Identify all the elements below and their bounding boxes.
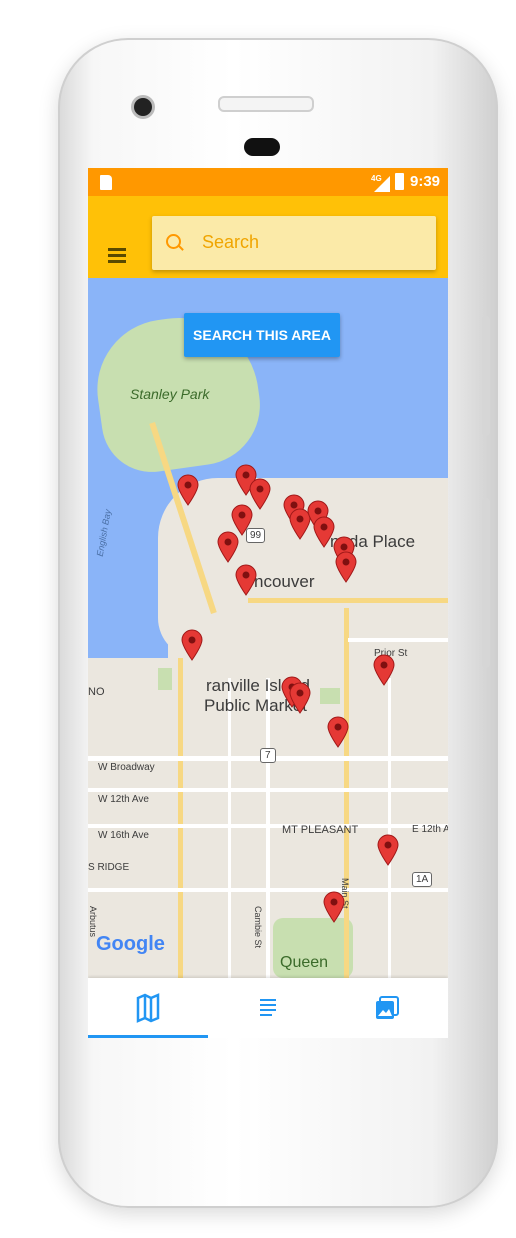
highway-shield-1a: 1A bbox=[412, 872, 433, 887]
map-view[interactable]: Stanley Park English Bay nada Place ncou… bbox=[88, 278, 448, 978]
map-pin-icon[interactable] bbox=[323, 891, 345, 923]
map-label-stanley-park: Stanley Park bbox=[130, 386, 210, 402]
battery-icon bbox=[395, 173, 404, 190]
active-tab-indicator bbox=[88, 1035, 208, 1038]
volume-button bbox=[482, 498, 490, 668]
map-pin-icon[interactable] bbox=[327, 716, 349, 748]
map-pin-icon[interactable] bbox=[181, 629, 203, 661]
map-pin-icon[interactable] bbox=[289, 682, 311, 714]
small-park bbox=[320, 688, 340, 704]
street-cambie bbox=[266, 678, 270, 978]
google-attribution: Google bbox=[96, 933, 165, 955]
map-pin-icon[interactable] bbox=[377, 834, 399, 866]
highway-road bbox=[178, 658, 183, 978]
street bbox=[388, 678, 391, 978]
highway-road bbox=[248, 598, 448, 603]
tab-gallery[interactable] bbox=[328, 978, 448, 1038]
earpiece-speaker bbox=[218, 96, 314, 112]
map-pin-icon[interactable] bbox=[373, 654, 395, 686]
search-input[interactable]: Search bbox=[152, 216, 436, 270]
map-label-w16: W 16th Ave bbox=[98, 830, 149, 841]
tab-map[interactable] bbox=[88, 978, 208, 1038]
proximity-sensor bbox=[244, 138, 280, 156]
phone-screen: 4G 9:39 Search Stanley Park English Bay … bbox=[88, 168, 448, 1038]
gallery-icon bbox=[376, 996, 399, 1019]
map-pin-icon[interactable] bbox=[217, 531, 239, 563]
power-button bbox=[482, 316, 490, 436]
status-bar: 4G 9:39 bbox=[88, 168, 448, 196]
street-prior bbox=[348, 638, 448, 642]
bottom-navigation bbox=[88, 978, 448, 1038]
map-pin-icon[interactable] bbox=[313, 516, 335, 548]
map-pin-icon[interactable] bbox=[235, 564, 257, 596]
map-icon bbox=[136, 993, 160, 1023]
highway-shield-7: 7 bbox=[260, 748, 276, 763]
map-label-queen: Queen bbox=[280, 954, 329, 971]
street bbox=[228, 678, 231, 978]
map-label-w12: W 12th Ave bbox=[98, 794, 149, 805]
search-placeholder: Search bbox=[202, 232, 260, 252]
map-label-e12: E 12th Ave bbox=[412, 824, 448, 835]
map-label-cambie: Cambie St bbox=[253, 906, 263, 949]
map-label-w-broadway: W Broadway bbox=[98, 762, 155, 773]
tab-list[interactable] bbox=[208, 978, 328, 1038]
map-label-mt-pleasant: MT PLEASANT bbox=[282, 824, 359, 836]
map-pin-icon[interactable] bbox=[177, 474, 199, 506]
sd-card-icon bbox=[100, 175, 112, 190]
search-icon bbox=[166, 234, 181, 249]
signal-icon bbox=[374, 176, 390, 192]
map-pin-icon[interactable] bbox=[335, 551, 357, 583]
small-park bbox=[158, 668, 172, 690]
front-camera bbox=[134, 98, 152, 116]
menu-icon[interactable] bbox=[108, 248, 126, 263]
map-label-no: NO bbox=[88, 686, 105, 698]
list-icon bbox=[260, 999, 276, 1016]
search-this-area-button[interactable]: SEARCH THIS AREA bbox=[184, 313, 340, 357]
map-label-ridge: S RIDGE bbox=[88, 862, 130, 873]
map-label-vancouver: ncouver bbox=[254, 572, 315, 591]
status-time: 9:39 bbox=[410, 173, 441, 190]
